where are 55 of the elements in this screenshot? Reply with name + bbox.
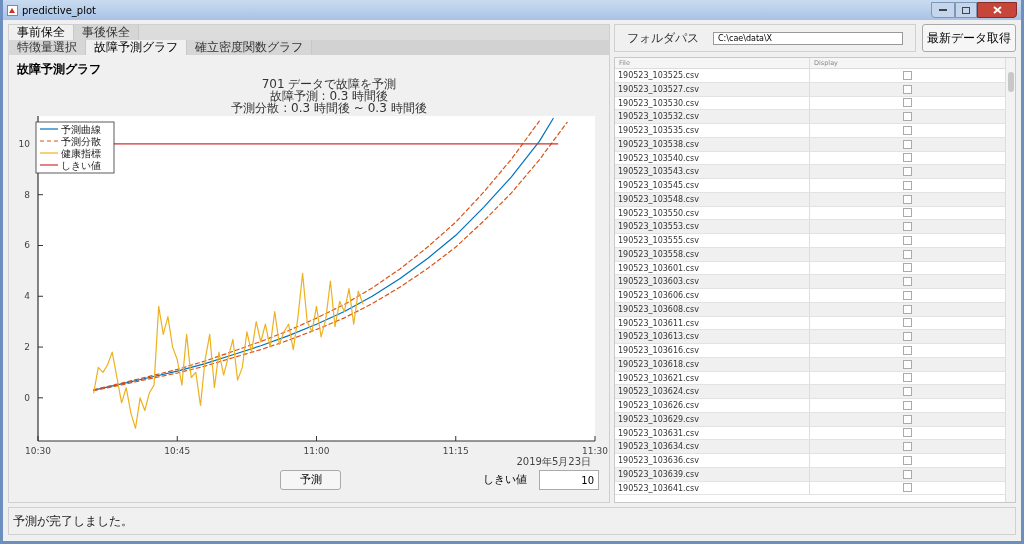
x-tick-label: 10:30 xyxy=(25,446,51,456)
file-name-cell: 190523_103624.csv xyxy=(615,385,810,398)
file-name-cell: 190523_103548.csv xyxy=(615,192,810,206)
file-name-cell: 190523_103608.csv xyxy=(615,302,810,316)
y-tick-label: 10 xyxy=(18,138,30,149)
file-name-cell: 190523_103603.csv xyxy=(615,275,810,288)
file-name-cell: 190523_103543.csv xyxy=(615,165,810,178)
file-name-cell: 190523_103611.csv xyxy=(615,316,810,330)
file-name-cell: 190523_103545.csv xyxy=(615,179,810,192)
chart-title: 予測分散 : 0.3 時間後 ~ 0.3 時間後 xyxy=(231,102,427,114)
legend-label: 予測分散 xyxy=(61,136,101,147)
file-name-cell: 190523_103636.csv xyxy=(615,454,810,467)
file-name-cell: 190523_103631.csv xyxy=(615,426,810,440)
file-name-cell: 190523_103525.csv xyxy=(615,69,810,82)
chart-title: 701 データで故障を予測 xyxy=(261,78,397,90)
threshold-label: しきい値 xyxy=(483,471,527,488)
file-name-cell: 190523_103606.csv xyxy=(615,289,810,302)
x-tick-label: 11:15 xyxy=(442,446,469,456)
y-tick-label: 6 xyxy=(24,240,30,251)
file-name-cell: 190523_103616.csv xyxy=(615,344,810,357)
panel-title: 故障予測グラフ xyxy=(16,61,102,78)
file-name-cell: 190523_103629.csv xyxy=(615,412,810,426)
date-label: 2019年5月23日 xyxy=(516,456,591,468)
y-tick-label: 4 xyxy=(24,291,30,302)
status-message: 予測が完了しました。 xyxy=(13,513,133,530)
x-tick-label: 11:00 xyxy=(303,446,330,456)
file-name-cell: 190523_103613.csv xyxy=(615,330,810,343)
file-name-cell: 190523_103553.csv xyxy=(615,220,810,233)
file-name-cell: 190523_103532.csv xyxy=(615,110,810,123)
file-name-cell: 190523_103621.csv xyxy=(615,371,810,385)
legend-label: 予測曲線 xyxy=(61,124,101,135)
folder-path-label: フォルダパス xyxy=(627,30,699,47)
file-name-cell: 190523_103626.csv xyxy=(615,399,810,412)
x-tick-label: 11:30 xyxy=(582,446,608,456)
file-name-cell: 190523_103639.csv xyxy=(615,467,810,481)
file-name-cell: 190523_103634.csv xyxy=(615,440,810,453)
chart-title: 故障予測 : 0.3 時間後 xyxy=(269,90,389,102)
window-title: predictive_plot xyxy=(22,3,96,18)
legend-label: 健康指標 xyxy=(61,148,101,159)
file-name-cell: 190523_103527.csv xyxy=(615,82,810,96)
y-tick-label: 0 xyxy=(24,392,30,403)
legend-label: しきい値 xyxy=(61,160,101,171)
file-name-cell: 190523_103555.csv xyxy=(615,234,810,247)
y-tick-label: 8 xyxy=(24,189,30,200)
file-name-cell: 190523_103601.csv xyxy=(615,261,810,275)
file-name-cell: 190523_103558.csv xyxy=(615,247,810,261)
file-name-cell: 190523_103535.csv xyxy=(615,124,810,137)
file-name-cell: 190523_103550.csv xyxy=(615,206,810,220)
file-name-cell: 190523_103641.csv xyxy=(615,481,810,495)
file-name-cell: 190523_103618.csv xyxy=(615,357,810,371)
x-tick-label: 10:45 xyxy=(164,446,191,456)
y-tick-label: 2 xyxy=(24,342,30,353)
file-name-cell: 190523_103540.csv xyxy=(615,151,810,165)
file-name-cell: 190523_103538.csv xyxy=(615,137,810,151)
file-name-cell: 190523_103530.csv xyxy=(615,96,810,110)
